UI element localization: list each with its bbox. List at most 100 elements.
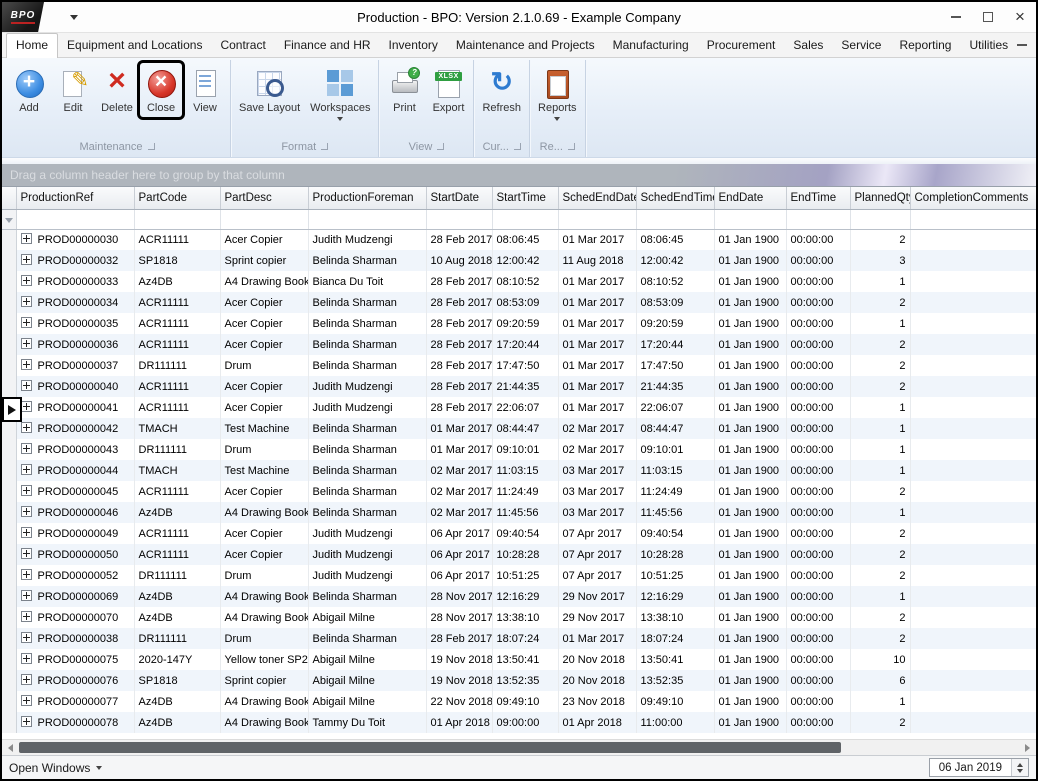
expand-row-icon[interactable] [20, 485, 32, 497]
tab-home[interactable]: Home [6, 33, 59, 58]
expand-row-icon[interactable] [20, 548, 32, 560]
add-button[interactable]: Add [8, 63, 50, 117]
expand-row-icon[interactable] [20, 506, 32, 518]
table-row[interactable]: PROD00000078 Az4DB A4 Drawing Book Tammy Du… [2, 712, 1036, 733]
tab-sales[interactable]: Sales [784, 34, 832, 57]
scrollbar-thumb[interactable] [19, 742, 841, 753]
close-button[interactable]: Close [137, 60, 185, 120]
tab-equipment-and-locations[interactable]: Equipment and Locations [58, 34, 211, 57]
expand-row-icon[interactable] [20, 359, 32, 371]
column-header-schedenddate[interactable]: SchedEndDate [558, 187, 637, 210]
table-row[interactable]: PROD00000050 ACR11111 Acer Copier Judith Mu… [2, 544, 1036, 565]
maximize-button[interactable] [972, 3, 1004, 32]
print-button[interactable]: Print [383, 63, 425, 117]
workspaces-button[interactable]: Workspaces [306, 63, 374, 124]
expand-row-icon[interactable] [20, 275, 32, 287]
table-row[interactable]: PROD00000035 ACR11111 Acer Copier Belinda S… [2, 313, 1036, 334]
tab-service[interactable]: Service [832, 34, 890, 57]
table-row[interactable]: PROD00000044 TMACH Test Machine Belinda Sha… [2, 460, 1036, 481]
table-row[interactable]: PROD00000033 Az4DB A4 Drawing Book Bianca D… [2, 271, 1036, 292]
column-header-endtime[interactable]: EndTime [786, 187, 851, 210]
column-header-productionref[interactable]: ProductionRef [16, 187, 135, 210]
filter-cell-endtime[interactable] [786, 209, 851, 230]
expand-row-icon[interactable] [20, 380, 32, 392]
filter-cell-partdesc[interactable] [220, 209, 309, 230]
tab-utilities[interactable]: Utilities [960, 34, 1017, 57]
save-layout-button[interactable]: Save Layout [235, 63, 304, 117]
table-row[interactable]: PROD00000037 DR111111 Drum Belinda Sharman 2… [2, 355, 1036, 376]
table-row[interactable]: PROD00000034 ACR11111 Acer Copier Belinda S… [2, 292, 1036, 313]
tab-maintenance-and-projects[interactable]: Maintenance and Projects [447, 34, 604, 57]
table-row[interactable]: PROD00000041 ACR11111 Acer Copier Judith Mu… [2, 397, 1036, 418]
tab-inventory[interactable]: Inventory [380, 34, 447, 57]
expand-row-icon[interactable] [20, 716, 32, 728]
expand-row-icon[interactable] [20, 632, 32, 644]
refresh-button[interactable]: Refresh [478, 63, 525, 117]
expand-row-icon[interactable] [20, 338, 32, 350]
expand-row-icon[interactable] [20, 254, 32, 266]
expand-row-icon[interactable] [20, 674, 32, 686]
table-row[interactable]: PROD00000069 Az4DB A4 Drawing Book Belinda … [2, 586, 1036, 607]
table-row[interactable]: PROD000000752020-147YYellow toner SP2020… [2, 649, 1036, 670]
filter-cell-startdate[interactable] [426, 209, 493, 230]
expand-row-icon[interactable] [20, 653, 32, 665]
tab-manufacturing[interactable]: Manufacturing [604, 34, 698, 57]
table-row[interactable]: PROD00000046 Az4DB A4 Drawing Book Belinda … [2, 502, 1036, 523]
expand-row-icon[interactable] [20, 695, 32, 707]
edit-button[interactable]: Edit [52, 63, 94, 117]
column-header-plannedqty[interactable]: PlannedQty [850, 187, 911, 210]
table-row[interactable]: PROD00000070 Az4DB A4 Drawing Book Abigail … [2, 607, 1036, 628]
group-by-bar[interactable]: Drag a column header here to group by th… [2, 164, 1036, 186]
minimize-button[interactable] [940, 3, 972, 32]
expand-row-icon[interactable] [20, 569, 32, 581]
expand-row-icon[interactable] [20, 233, 32, 245]
column-header-partcode[interactable]: PartCode [134, 187, 221, 210]
expand-row-icon[interactable] [20, 317, 32, 329]
dialog-launcher-icon[interactable] [567, 143, 575, 150]
column-header-schedendtime[interactable]: SchedEndTime [636, 187, 715, 210]
column-header-enddate[interactable]: EndDate [714, 187, 787, 210]
expand-row-icon[interactable] [20, 296, 32, 308]
delete-button[interactable]: Delete [96, 63, 138, 117]
expand-row-icon[interactable] [20, 527, 32, 539]
expand-row-icon[interactable] [20, 464, 32, 476]
table-row[interactable]: PROD00000049 ACR11111 Acer Copier Judith Mu… [2, 523, 1036, 544]
tab-contract[interactable]: Contract [211, 34, 274, 57]
column-header-partdesc[interactable]: PartDesc [220, 187, 309, 210]
scroll-left-button[interactable] [2, 740, 19, 755]
quick-access-dropdown-icon[interactable] [70, 14, 78, 20]
table-row[interactable]: PROD00000045 ACR11111 Acer Copier Belinda S… [2, 481, 1036, 502]
column-header-completioncomments[interactable]: CompletionComments [910, 187, 1036, 210]
dialog-launcher-icon[interactable] [437, 143, 445, 150]
filter-cell-plannedqty[interactable] [850, 209, 911, 230]
table-row[interactable]: PROD00000036 ACR11111 Acer Copier Belinda S… [2, 334, 1036, 355]
table-row[interactable]: PROD00000077 Az4DB A4 Drawing Book Abigail … [2, 691, 1036, 712]
expand-row-icon[interactable] [20, 443, 32, 455]
filter-cell-productionref[interactable] [16, 209, 135, 230]
tab-procurement[interactable]: Procurement [698, 34, 785, 57]
table-row[interactable]: PROD00000043 DR111111 Drum Belinda Sharman 0… [2, 439, 1036, 460]
table-row[interactable]: PROD00000052 DR111111 Drum Judith Mudzengi 0… [2, 565, 1036, 586]
expand-row-icon[interactable] [20, 422, 32, 434]
column-header-startdate[interactable]: StartDate [426, 187, 493, 210]
table-row[interactable]: PROD00000030 ACR11111 Acer Copier Judith Mu… [2, 229, 1036, 250]
table-row[interactable]: PROD00000038 DR111111 Drum Belinda Sharman 2… [2, 628, 1036, 649]
table-row[interactable]: PROD00000076 SP1818 Sprint copier Abigail M… [2, 670, 1036, 691]
tab-reporting[interactable]: Reporting [890, 34, 960, 57]
table-row[interactable]: PROD00000040 ACR11111 Acer Copier Judith Mu… [2, 376, 1036, 397]
tab-finance-and-hr[interactable]: Finance and HR [275, 34, 380, 57]
expand-row-icon[interactable] [20, 401, 32, 413]
column-header-productionforeman[interactable]: ProductionForeman [308, 187, 427, 210]
dialog-launcher-icon[interactable] [147, 143, 155, 150]
export-button[interactable]: Export [427, 63, 469, 117]
mdi-minimize-button[interactable] [1017, 33, 1028, 51]
view-button[interactable]: View [184, 63, 226, 117]
filter-cell-partcode[interactable] [134, 209, 221, 230]
filter-cell-schedenddate[interactable] [558, 209, 637, 230]
date-spinner[interactable] [1011, 759, 1028, 776]
filter-cell-schedendtime[interactable] [636, 209, 715, 230]
scroll-right-button[interactable] [1019, 740, 1036, 755]
open-windows-button[interactable]: Open Windows [9, 761, 103, 775]
filter-cell-enddate[interactable] [714, 209, 787, 230]
table-row[interactable]: PROD00000042 TMACH Test Machine Belinda Sha… [2, 418, 1036, 439]
